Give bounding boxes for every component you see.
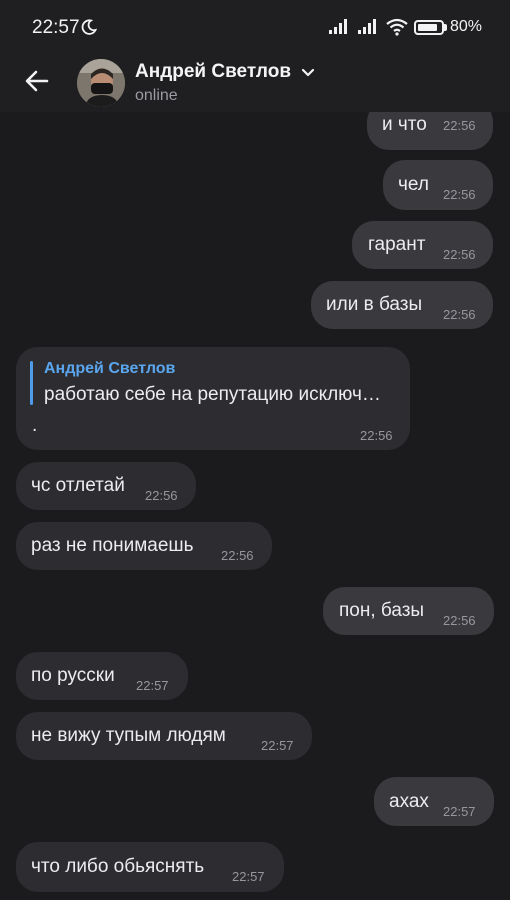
message-bubble-outgoing[interactable]: или в базы 22:56 bbox=[311, 281, 493, 329]
message-time: 22:56 bbox=[145, 488, 178, 503]
message-bubble-incoming[interactable]: не вижу тупым людям 22:57 bbox=[16, 712, 312, 760]
message-text: раз не понимаешь bbox=[31, 535, 194, 556]
message-text: чс отлетай bbox=[31, 475, 125, 496]
message-bubble-incoming-reply[interactable]: Андрей Светлов работаю себе на репутацию… bbox=[16, 347, 410, 450]
message-time: 22:56 bbox=[360, 428, 393, 443]
message-time: 22:56 bbox=[221, 548, 254, 563]
reply-quote-bar bbox=[30, 361, 33, 405]
message-bubble-incoming[interactable]: раз не понимаешь 22:56 bbox=[16, 522, 272, 570]
message-time: 22:56 bbox=[443, 187, 476, 202]
message-text: пон, базы bbox=[339, 600, 425, 621]
message-bubble-incoming[interactable]: по русски 22:57 bbox=[16, 652, 188, 700]
message-bubble-outgoing[interactable]: пон, базы 22:56 bbox=[323, 587, 494, 635]
message-bubble-outgoing[interactable]: и что 22:56 bbox=[367, 112, 493, 150]
message-list[interactable]: и что 22:56 чел 22:56 гарант 22:56 или в… bbox=[0, 112, 510, 900]
battery-level: 80% bbox=[450, 18, 483, 35]
chevron-down-icon[interactable] bbox=[301, 68, 315, 78]
message-bubble-outgoing[interactable]: ахах 22:57 bbox=[374, 777, 494, 826]
message-text: гарант bbox=[368, 234, 426, 255]
signal-icon bbox=[358, 19, 376, 34]
message-bubble-outgoing[interactable]: гарант 22:56 bbox=[352, 221, 493, 269]
message-bubble-incoming[interactable]: что либо обьяснять 22:57 bbox=[16, 842, 284, 892]
status-bar: 22:57 80% bbox=[0, 0, 510, 54]
message-text: по русски bbox=[31, 665, 115, 686]
chat-header[interactable]: Андрей Светлов online bbox=[0, 54, 510, 112]
wifi-icon bbox=[386, 18, 408, 36]
message-time: 22:57 bbox=[443, 804, 476, 819]
message-time: 22:56 bbox=[443, 118, 476, 133]
avatar[interactable] bbox=[77, 59, 125, 107]
message-text: . bbox=[32, 415, 38, 436]
battery-tip bbox=[444, 24, 447, 31]
signal-icon bbox=[329, 19, 347, 34]
message-text: чел bbox=[398, 174, 429, 195]
reply-preview-text[interactable]: работаю себе на репутацию исключ… bbox=[44, 384, 381, 406]
message-time: 22:56 bbox=[443, 307, 476, 322]
status-time: 22:57 bbox=[32, 17, 80, 38]
battery-icon bbox=[414, 20, 444, 35]
message-bubble-outgoing[interactable]: чел 22:56 bbox=[383, 160, 493, 210]
message-text: что либо обьяснять bbox=[31, 856, 205, 877]
contact-name[interactable]: Андрей Светлов bbox=[135, 61, 291, 83]
message-text: и что bbox=[382, 114, 427, 135]
message-time: 22:56 bbox=[443, 247, 476, 262]
message-text: ахах bbox=[389, 791, 429, 812]
message-time: 22:57 bbox=[136, 678, 169, 693]
reply-author[interactable]: Андрей Светлов bbox=[44, 360, 175, 378]
message-time: 22:57 bbox=[261, 738, 294, 753]
message-time: 22:57 bbox=[232, 869, 265, 884]
message-text: не вижу тупым людям bbox=[31, 725, 226, 746]
moon-icon bbox=[81, 19, 97, 35]
contact-status: online bbox=[135, 87, 178, 104]
message-bubble-incoming[interactable]: чс отлетай 22:56 bbox=[16, 462, 196, 510]
message-time: 22:56 bbox=[443, 613, 476, 628]
message-text: или в базы bbox=[326, 294, 423, 315]
back-arrow-icon[interactable] bbox=[22, 66, 52, 96]
